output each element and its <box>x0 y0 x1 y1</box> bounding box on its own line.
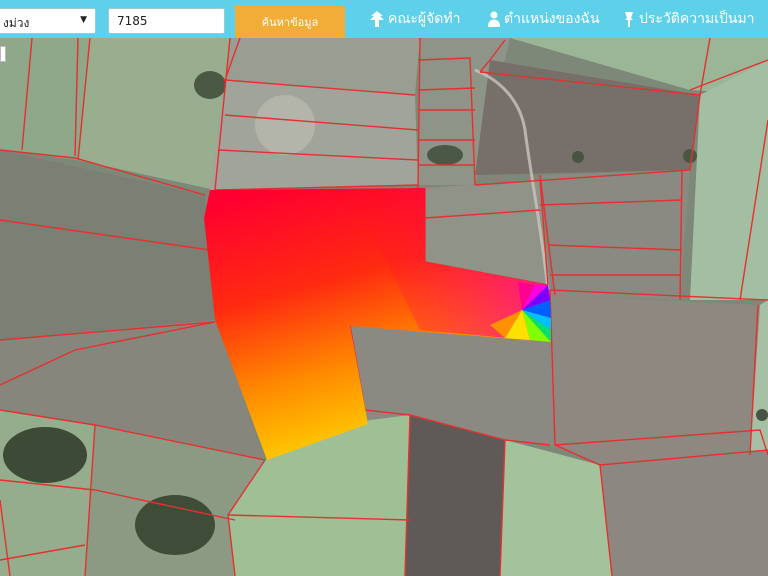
nav-history-label: ประวัติความเป็นมา <box>639 11 755 27</box>
nav-team-label: คณะผู้จัดทำ <box>388 11 461 27</box>
pin-icon <box>622 10 636 28</box>
parcel-number-input[interactable] <box>108 8 225 34</box>
district-select-value: งม่วง <box>3 16 30 30</box>
nav-my-location[interactable]: ตำแหน่งของฉัน <box>487 8 600 30</box>
nav-team[interactable]: คณะผู้จัดทำ <box>369 8 460 30</box>
tree-icon <box>369 10 385 28</box>
district-select[interactable]: งม่วง ▼ <box>0 8 96 34</box>
map-control-button[interactable] <box>0 46 6 62</box>
person-icon <box>487 11 501 27</box>
map-view[interactable] <box>0 0 768 576</box>
nav-my-location-label: ตำแหน่งของฉัน <box>504 11 600 27</box>
top-toolbar: งม่วง ▼ ค้นหาข้อมูล คณะผู้จัดทำ ตำแหน่งข… <box>0 0 768 38</box>
nav-history[interactable]: ประวัติความเป็นมา <box>622 8 755 30</box>
search-button[interactable]: ค้นหาข้อมูล <box>235 5 345 38</box>
chevron-down-icon: ▼ <box>80 15 87 25</box>
